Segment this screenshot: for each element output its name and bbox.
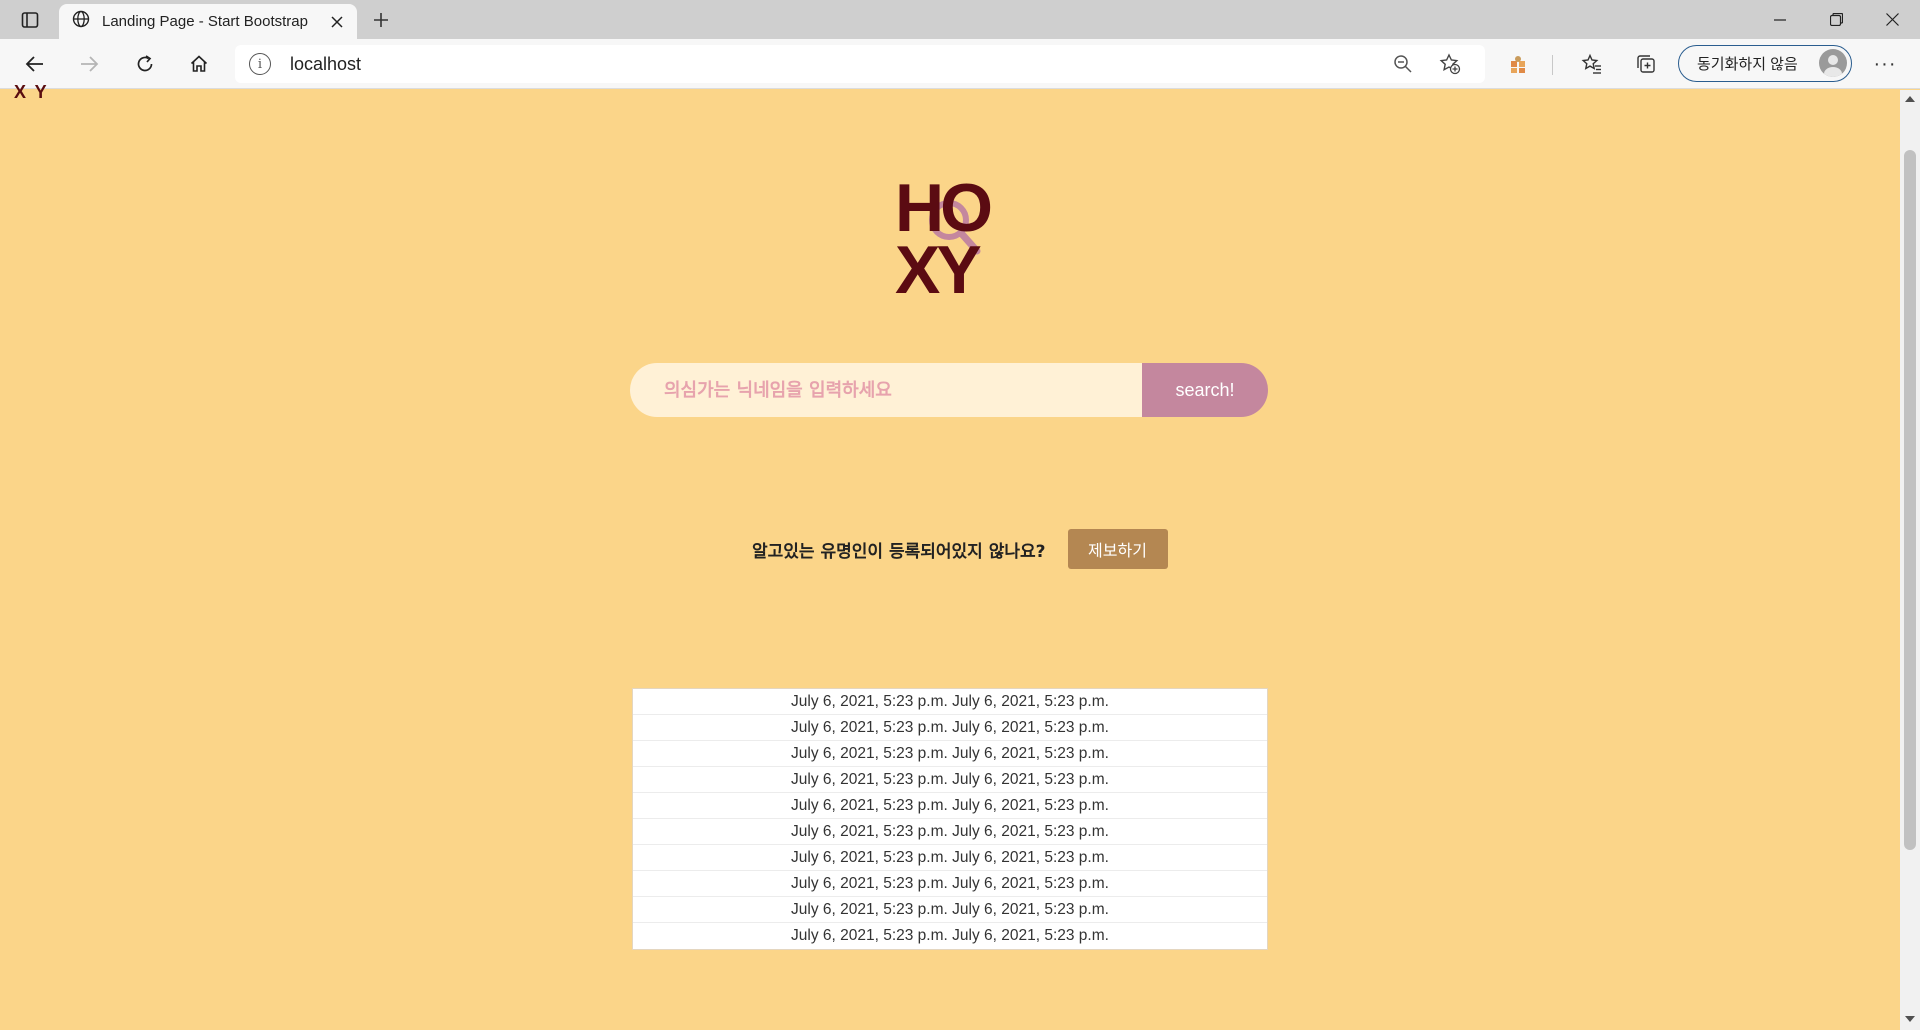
profile-label: 동기화하지 않음 bbox=[1697, 56, 1798, 73]
home-button[interactable] bbox=[182, 47, 216, 81]
page-scrollbar[interactable] bbox=[1900, 90, 1920, 1030]
plus-icon bbox=[374, 13, 388, 27]
list-item[interactable]: July 6, 2021, 5:23 p.m. July 6, 2021, 5:… bbox=[633, 793, 1267, 819]
back-button[interactable] bbox=[18, 47, 52, 81]
url-text: localhost bbox=[290, 54, 362, 74]
list-item[interactable]: July 6, 2021, 5:23 p.m. July 6, 2021, 5:… bbox=[633, 741, 1267, 767]
avatar bbox=[1819, 49, 1847, 77]
info-icon[interactable]: i bbox=[249, 53, 271, 75]
minimize-icon bbox=[1774, 18, 1786, 21]
list-item[interactable]: July 6, 2021, 5:23 p.m. July 6, 2021, 5:… bbox=[633, 871, 1267, 897]
scroll-thumb[interactable] bbox=[1904, 150, 1916, 850]
report-button[interactable]: 제보하기 bbox=[1067, 529, 1168, 569]
refresh-icon bbox=[137, 55, 153, 72]
close-window-button[interactable] bbox=[1864, 0, 1920, 39]
tab-actions-icon[interactable] bbox=[12, 7, 48, 33]
tab-strip: Landing Page - Start Bootstrap T bbox=[0, 0, 1920, 39]
extension-icon[interactable] bbox=[1504, 50, 1532, 78]
zoom-out-icon[interactable] bbox=[1390, 51, 1416, 77]
list-item[interactable]: July 6, 2021, 5:23 p.m. July 6, 2021, 5:… bbox=[633, 845, 1267, 871]
favorites-icon[interactable] bbox=[1578, 50, 1606, 78]
nickname-search-input[interactable] bbox=[630, 363, 1142, 417]
address-bar[interactable]: i localhost bbox=[235, 45, 1485, 83]
list-item[interactable]: July 6, 2021, 5:23 p.m. July 6, 2021, 5:… bbox=[633, 819, 1267, 845]
scroll-down-arrow-icon[interactable] bbox=[1905, 1016, 1915, 1022]
page-viewport: X Y HO XY search! 알고있는 유명인이 등록되어있지 않나요? … bbox=[0, 82, 1900, 1030]
browser-toolbar: i localhost 동기화하지 않음 ··· bbox=[0, 39, 1920, 89]
globe-icon bbox=[72, 10, 90, 33]
forward-button[interactable] bbox=[72, 47, 106, 81]
list-item[interactable]: July 6, 2021, 5:23 p.m. July 6, 2021, 5:… bbox=[633, 689, 1267, 715]
minimize-button[interactable] bbox=[1752, 0, 1808, 39]
forward-arrow-icon bbox=[81, 56, 99, 72]
browser-tab[interactable]: Landing Page - Start Bootstrap T bbox=[59, 4, 357, 39]
logo-line-1: HO bbox=[895, 170, 993, 246]
search-button[interactable]: search! bbox=[1142, 363, 1268, 417]
logo-line-2: XY bbox=[895, 232, 982, 308]
profile-button[interactable]: 동기화하지 않음 bbox=[1678, 45, 1852, 82]
list-item[interactable]: July 6, 2021, 5:23 p.m. July 6, 2021, 5:… bbox=[633, 897, 1267, 923]
collections-icon[interactable] bbox=[1632, 50, 1660, 78]
toolbar-divider bbox=[1552, 55, 1553, 75]
refresh-button[interactable] bbox=[128, 47, 162, 81]
restore-button[interactable] bbox=[1808, 0, 1864, 39]
corner-logo-fragment: X Y bbox=[14, 82, 49, 102]
close-icon bbox=[1885, 13, 1899, 26]
close-tab-icon[interactable] bbox=[327, 12, 347, 32]
list-item[interactable]: July 6, 2021, 5:23 p.m. July 6, 2021, 5:… bbox=[633, 923, 1267, 949]
hoxy-logo[interactable]: HO XY bbox=[895, 170, 1005, 308]
new-tab-button[interactable] bbox=[367, 6, 395, 34]
report-section: 알고있는 유명인이 등록되어있지 않나요? 제보하기 bbox=[752, 529, 1168, 569]
list-item[interactable]: July 6, 2021, 5:23 p.m. July 6, 2021, 5:… bbox=[633, 715, 1267, 741]
restore-icon bbox=[1829, 13, 1843, 26]
report-prompt: 알고있는 유명인이 등록되어있지 않나요? bbox=[752, 541, 1046, 562]
more-icon[interactable]: ··· bbox=[1870, 50, 1900, 78]
search-form: search! bbox=[630, 363, 1268, 417]
star-plus-icon[interactable] bbox=[1437, 51, 1463, 77]
tab-title: Landing Page - Start Bootstrap T bbox=[102, 13, 312, 30]
back-arrow-icon bbox=[25, 56, 43, 72]
list-item[interactable]: July 6, 2021, 5:23 p.m. July 6, 2021, 5:… bbox=[633, 767, 1267, 793]
scroll-up-arrow-icon[interactable] bbox=[1905, 96, 1915, 102]
home-icon bbox=[190, 55, 208, 72]
result-list: July 6, 2021, 5:23 p.m. July 6, 2021, 5:… bbox=[632, 688, 1268, 950]
